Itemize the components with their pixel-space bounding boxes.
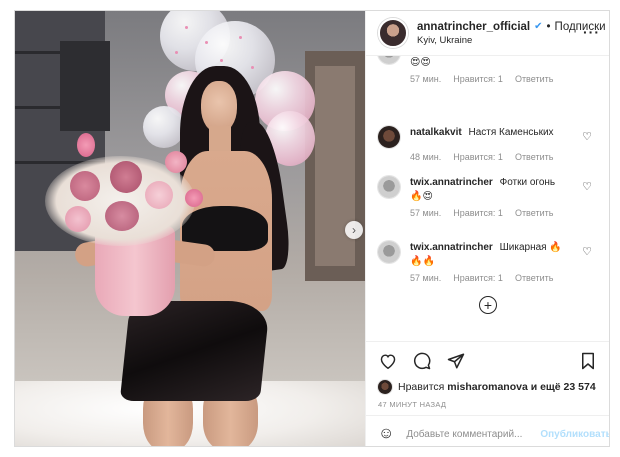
reply-button[interactable]: Ответить <box>515 152 553 162</box>
commenter-avatar[interactable] <box>378 241 400 263</box>
post-side-panel: annatrincher_official ✔ • Подписки Kyiv,… <box>365 11 609 446</box>
share-paper-plane-icon[interactable] <box>446 351 466 371</box>
comment-time[interactable]: 57 мин. <box>410 74 441 84</box>
commenter-avatar[interactable] <box>378 176 400 198</box>
comment-emoji: 🔥🔥 <box>410 256 435 267</box>
comment-text: Фотки огонь <box>499 177 556 188</box>
comment-text: Настя Каменських <box>468 127 554 138</box>
like-heart-icon[interactable] <box>378 351 398 371</box>
comment-text: Шикарная 🔥 <box>499 242 562 253</box>
post-header: annatrincher_official ✔ • Подписки Kyiv,… <box>366 11 609 56</box>
comment-likes[interactable]: Нравится: 1 <box>453 273 503 283</box>
post-photo[interactable]: › <box>15 11 365 446</box>
comment-bubble-icon[interactable] <box>412 351 432 371</box>
comment-likes[interactable]: Нравится: 1 <box>453 74 503 84</box>
like-comment-heart-icon[interactable]: ♡ <box>582 56 592 59</box>
separator-dot: • <box>546 20 551 33</box>
action-icons-row <box>366 342 609 380</box>
like-comment-heart-icon[interactable]: ♡ <box>582 180 592 193</box>
comment-emoji: 🔥😍 <box>410 191 433 202</box>
next-photo-button[interactable]: › <box>345 221 363 239</box>
comment-emoji: 😍😍 <box>410 57 431 68</box>
comment-time[interactable]: 48 мин. <box>410 152 441 162</box>
commenter-avatar[interactable] <box>378 56 400 64</box>
load-more-comments-icon[interactable]: + <box>479 296 497 314</box>
liker-username[interactable]: misharomanova <box>447 381 528 393</box>
reply-button[interactable]: Ответить <box>515 74 553 84</box>
reply-button[interactable]: Ответить <box>515 273 553 283</box>
comment-username[interactable]: twix.annatrincher <box>410 242 493 253</box>
author-avatar[interactable] <box>378 18 408 48</box>
instagram-post-modal: › annatrincher_official ✔ • Подписки Kyi… <box>14 10 610 447</box>
bookmark-icon[interactable] <box>578 351 598 371</box>
like-comment-heart-icon[interactable]: ♡ <box>582 245 592 258</box>
author-username[interactable]: annatrincher_official <box>417 21 530 33</box>
comment-time[interactable]: 57 мин. <box>410 273 441 283</box>
more-options-icon[interactable]: ··· <box>583 24 600 40</box>
publish-button[interactable]: Опубликовать <box>540 429 609 440</box>
like-comment-heart-icon[interactable]: ♡ <box>582 130 592 143</box>
add-comment-bar: ☺ Опубликовать <box>366 415 609 446</box>
post-location[interactable]: Kyiv, Ukraine <box>417 35 606 46</box>
liker-avatar[interactable] <box>378 380 392 394</box>
likes-prefix: Нравится <box>398 381 445 393</box>
likes-summary: Нравится misharomanova и ещё 23 574 <box>366 380 609 394</box>
comment-item: 😍😍 57 мин. Нравится: 1 Ответить ♡ <box>378 56 600 84</box>
commenter-avatar[interactable] <box>378 126 400 148</box>
likes-count[interactable]: и ещё 23 574 <box>531 381 596 393</box>
comment-likes[interactable]: Нравится: 1 <box>453 152 503 162</box>
comment-item: twix.annatrincher Шикарная 🔥 🔥🔥 57 мин. … <box>378 241 600 283</box>
comment-username[interactable]: natalkakvit <box>410 127 462 138</box>
reply-button[interactable]: Ответить <box>515 208 553 218</box>
emoji-picker-icon[interactable]: ☺ <box>378 425 394 443</box>
comments-list[interactable]: 😍😍 57 мин. Нравится: 1 Ответить ♡ natalk… <box>366 56 609 339</box>
comment-likes[interactable]: Нравится: 1 <box>453 208 503 218</box>
comment-item: natalkakvit Настя Каменських 48 мин. Нра… <box>378 126 600 162</box>
post-actions-section: Нравится misharomanova и ещё 23 574 47 М… <box>366 341 609 446</box>
post-timestamp[interactable]: 47 МИНУТ НАЗАД <box>366 394 609 409</box>
comment-item: twix.annatrincher Фотки огонь 🔥😍 57 мин.… <box>378 176 600 218</box>
comment-time[interactable]: 57 мин. <box>410 208 441 218</box>
comment-input[interactable] <box>404 427 541 441</box>
verified-badge-icon: ✔ <box>534 21 543 32</box>
comment-username[interactable]: twix.annatrincher <box>410 177 493 188</box>
